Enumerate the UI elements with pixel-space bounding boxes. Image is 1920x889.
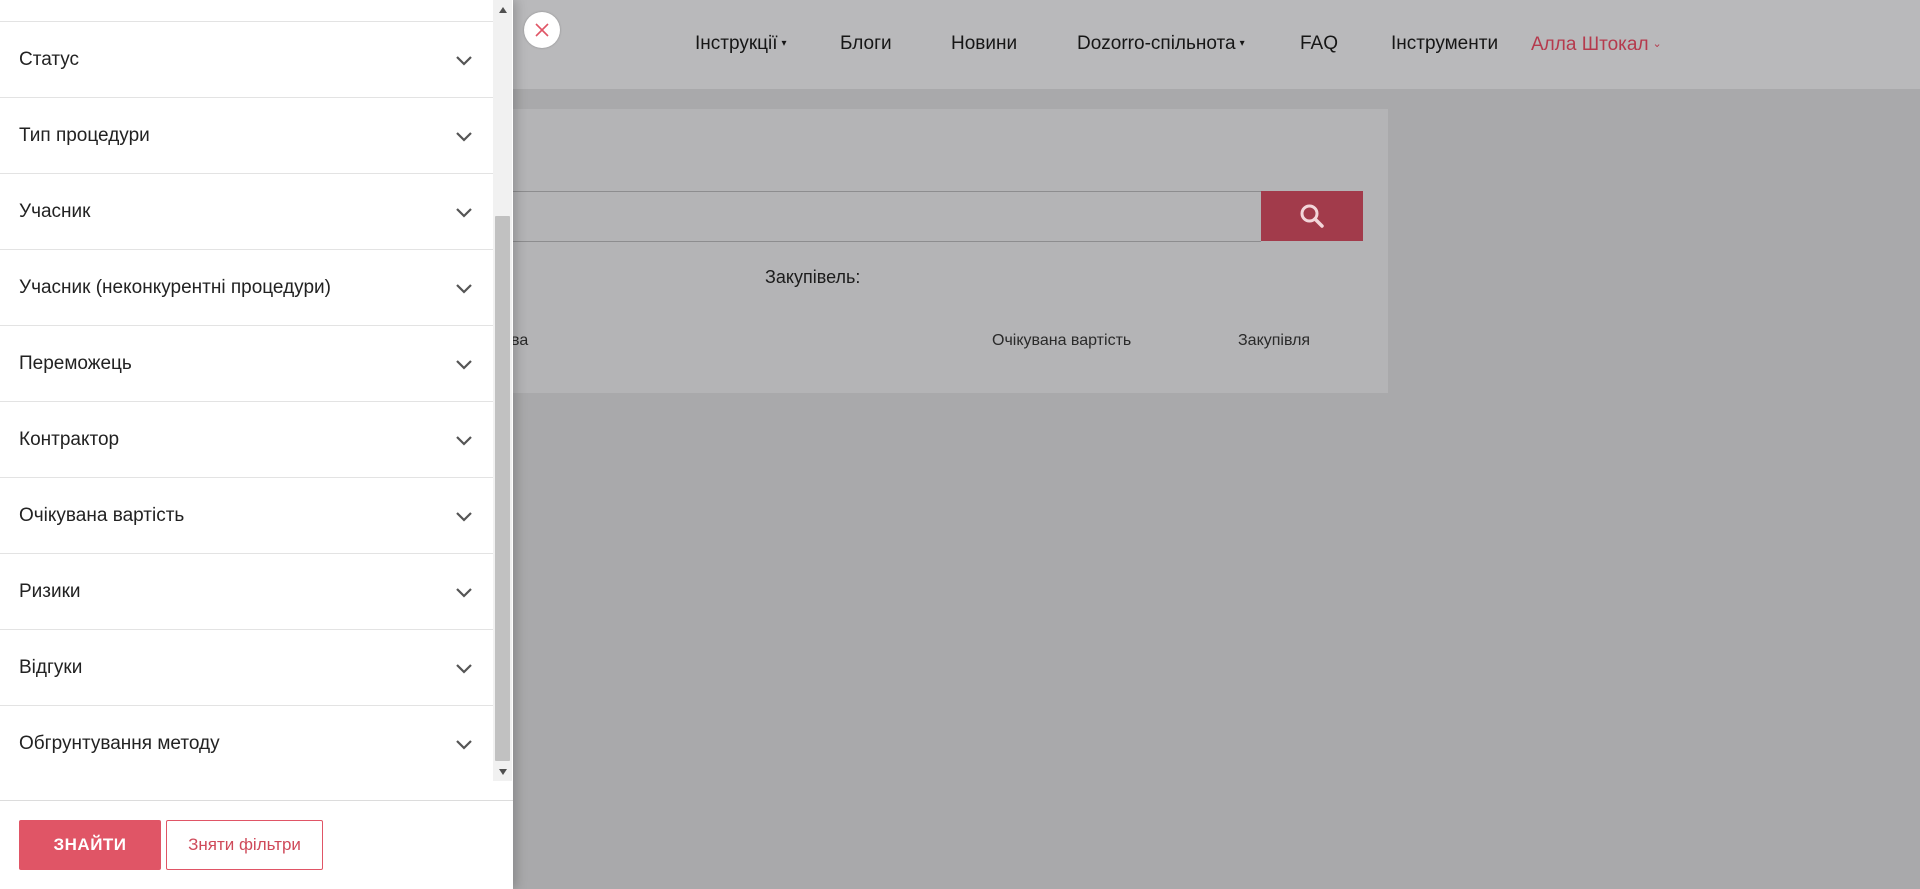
filter-label: Учасник (неконкурентні процедури) <box>19 276 331 298</box>
procurement-count-label: Закупівель: <box>765 267 861 287</box>
filter-status[interactable]: Статус <box>0 22 493 98</box>
nav-item-label: Dozorro-спільнота <box>1077 33 1236 54</box>
scroll-down-arrow-icon[interactable] <box>493 762 512 781</box>
user-name: Алла Штокал <box>1531 34 1649 55</box>
filter-participant-noncompetitive[interactable]: Учасник (неконкурентні процедури) <box>0 250 493 326</box>
caret-down-icon: ▾ <box>781 38 787 49</box>
filter-label: Очікувана вартість <box>19 504 185 526</box>
filter-contractor[interactable]: Контрактор <box>0 402 493 478</box>
filter-reviews[interactable]: Відгуки <box>0 630 493 706</box>
chevron-down-icon: ⌄ <box>1652 38 1662 50</box>
filter-procedure-type[interactable]: Тип процедури <box>0 98 493 174</box>
caret-down-icon: ▾ <box>1239 38 1245 49</box>
nav-item-label: Блоги <box>840 33 892 54</box>
chevron-down-icon <box>455 54 473 66</box>
filter-participant[interactable]: Учасник <box>0 174 493 250</box>
nav-item-community[interactable]: Dozorro-спільнота ▾ <box>1077 30 1245 58</box>
search-icon <box>1300 204 1324 228</box>
user-menu[interactable]: Алла Штокал ⌄ <box>1531 30 1662 59</box>
nav-item-faq[interactable]: FAQ <box>1300 30 1338 58</box>
filter-list-scrollbar[interactable] <box>493 0 512 781</box>
nav-item-tools[interactable]: Інструменти <box>1391 30 1498 58</box>
nav-item-label: Інструменти <box>1391 33 1499 54</box>
clear-filters-button[interactable]: Зняти фільтри <box>166 820 323 870</box>
filter-winner[interactable]: Переможець <box>0 326 493 402</box>
nav-item-blogs[interactable]: Блоги <box>840 30 892 58</box>
filter-label: Учасник <box>19 200 91 222</box>
filter-label: Обгрунтування методу <box>19 733 220 754</box>
chevron-down-icon <box>455 738 473 750</box>
column-header-expected-value[interactable]: Очікувана вартість <box>992 332 1131 350</box>
filter-label: Ризики <box>19 580 81 602</box>
chevron-down-icon <box>455 586 473 598</box>
chevron-down-icon <box>455 282 473 294</box>
filter-expected-value[interactable]: Очікувана вартість <box>0 478 493 554</box>
find-button[interactable]: ЗНАЙТИ <box>19 820 161 870</box>
search-input[interactable] <box>418 191 1261 242</box>
search-button[interactable] <box>1261 191 1363 241</box>
chevron-down-icon <box>455 510 473 522</box>
chevron-down-icon <box>455 358 473 370</box>
filter-label: Переможець <box>19 352 132 374</box>
filter-list: Статус Тип процедури Учасник Учасник (не… <box>0 0 493 780</box>
close-icon <box>535 23 549 37</box>
chevron-down-icon <box>455 662 473 674</box>
scrollbar-thumb[interactable] <box>495 216 510 761</box>
column-header-procurement[interactable]: Закупівля <box>1238 332 1310 350</box>
divider <box>0 800 513 801</box>
chevron-down-icon <box>455 130 473 142</box>
filter-risks[interactable]: Ризики <box>0 554 493 630</box>
chevron-down-icon <box>455 206 473 218</box>
scroll-up-arrow-icon[interactable] <box>493 0 512 19</box>
nav-item-label: Інструкції <box>695 33 778 54</box>
search-card <box>418 109 1388 393</box>
nav-item-instructions[interactable]: Інструкції ▾ <box>695 30 787 58</box>
nav-item-news[interactable]: Новини <box>951 30 1017 58</box>
close-panel-button[interactable] <box>524 12 560 48</box>
filter-label: Контрактор <box>19 428 120 450</box>
nav-item-label: Новини <box>951 33 1018 54</box>
filter-label: Тип процедури <box>19 124 150 146</box>
filter-panel: Статус Тип процедури Учасник Учасник (не… <box>0 0 513 889</box>
filter-label: Відгуки <box>19 656 83 678</box>
nav-item-label: FAQ <box>1300 33 1339 54</box>
filter-method-justification[interactable]: Обгрунтування методу <box>0 706 493 780</box>
filter-label: Статус <box>19 48 80 70</box>
chevron-down-icon <box>455 434 473 446</box>
